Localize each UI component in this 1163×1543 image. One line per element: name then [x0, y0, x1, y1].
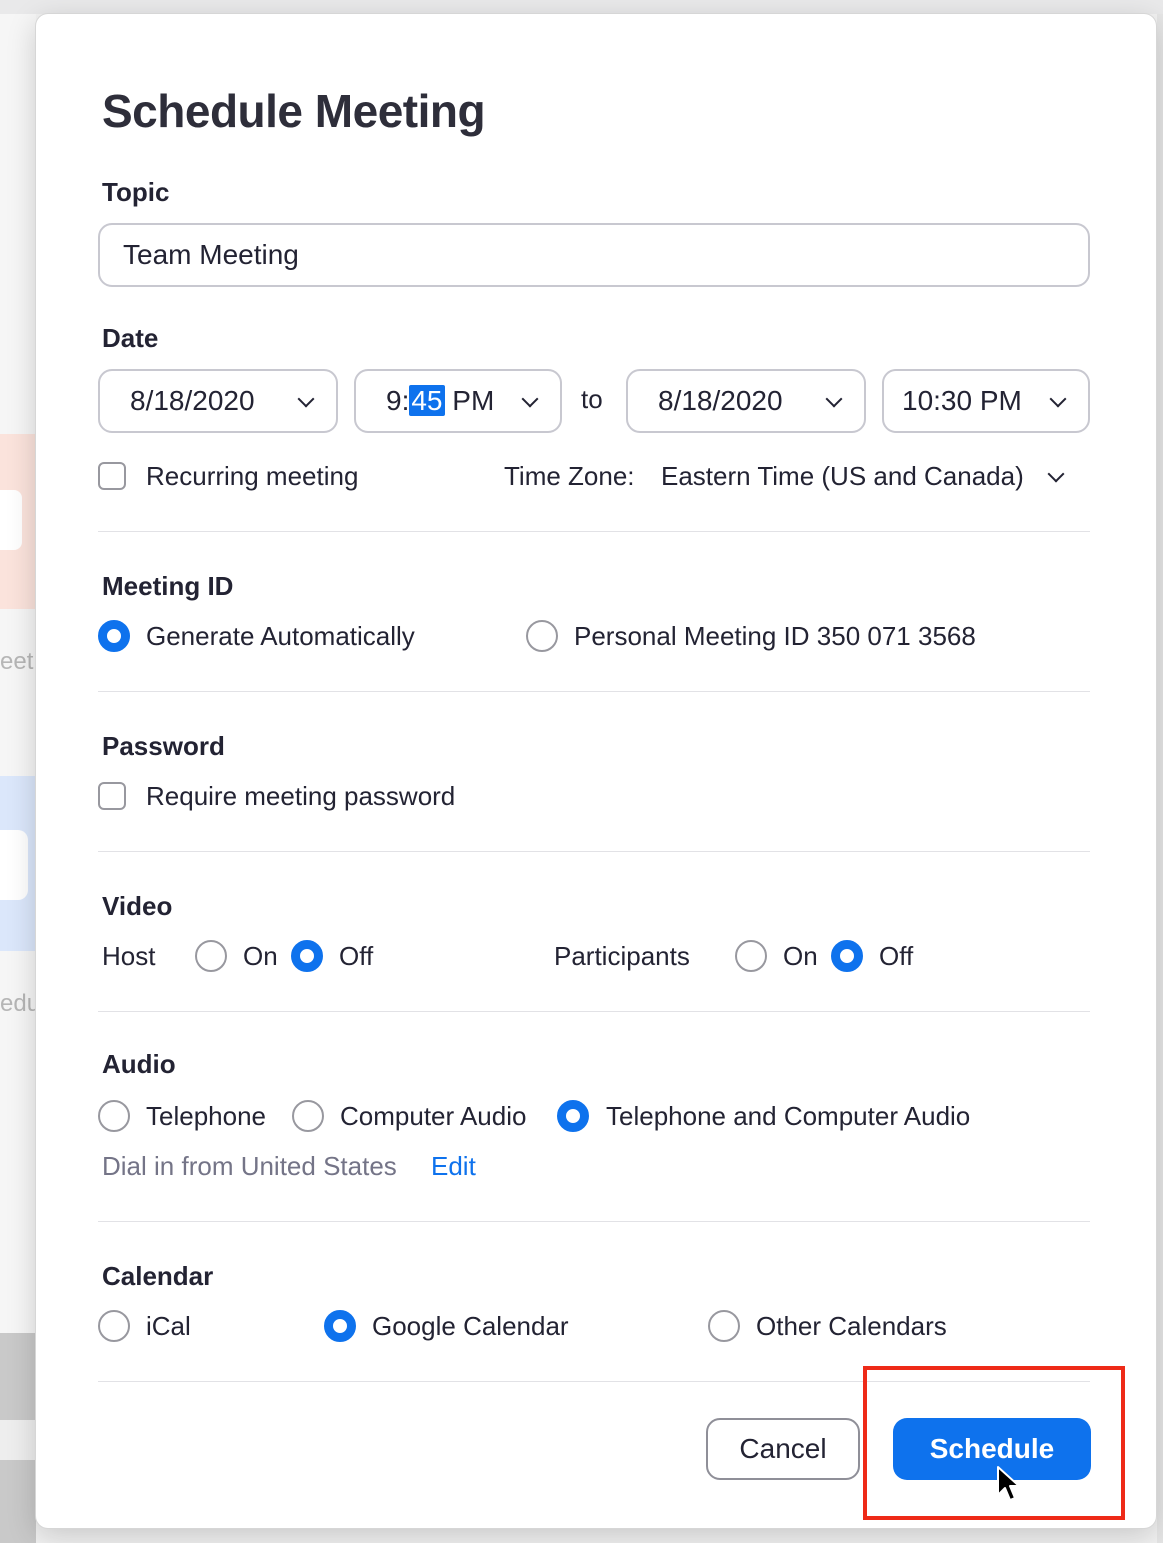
background-label-meet: eet: [0, 648, 34, 675]
timezone-select[interactable]: Eastern Time (US and Canada): [661, 461, 1024, 492]
chevron-down-icon: [297, 390, 315, 408]
calendar-google-label[interactable]: Google Calendar: [372, 1311, 569, 1342]
calendar-google-radio[interactable]: [324, 1310, 356, 1342]
video-participants-off-label[interactable]: Off: [879, 941, 913, 972]
video-host-on-radio[interactable]: [195, 940, 227, 972]
audio-both-label[interactable]: Telephone and Computer Audio: [606, 1101, 970, 1132]
video-host-off-label[interactable]: Off: [339, 941, 373, 972]
video-host-label: Host: [102, 941, 156, 971]
start-date-select[interactable]: 8/18/2020: [98, 369, 338, 433]
calendar-label: Calendar: [102, 1261, 214, 1291]
calendar-other-radio[interactable]: [708, 1310, 740, 1342]
background-label-schedule: edu: [0, 990, 41, 1017]
divider: [98, 1221, 1090, 1222]
start-date-value: 8/18/2020: [130, 385, 255, 416]
meeting-id-personal-label[interactable]: Personal Meeting ID 350 071 3568: [574, 621, 976, 652]
end-time-value: 10:30 PM: [902, 385, 1022, 416]
audio-computer-label[interactable]: Computer Audio: [340, 1101, 526, 1132]
video-participants-label: Participants: [554, 941, 690, 971]
meeting-id-personal-radio[interactable]: [526, 620, 558, 652]
topic-label: Topic: [102, 177, 170, 207]
start-time-hour: 9:: [386, 385, 410, 416]
password-label: Password: [102, 731, 225, 761]
video-label: Video: [102, 891, 173, 921]
dial-in-text: Dial in from United States: [102, 1151, 397, 1181]
background-right-edge: [1157, 14, 1163, 1543]
start-time-select[interactable]: 9:45 PM: [354, 369, 562, 433]
end-date-select[interactable]: 8/18/2020: [626, 369, 866, 433]
chevron-down-icon: [521, 390, 539, 408]
dial-in-edit-link[interactable]: Edit: [431, 1151, 476, 1182]
chevron-down-icon: [1049, 390, 1067, 408]
schedule-meeting-dialog: Schedule Meeting Topic Team Meeting Date…: [36, 14, 1156, 1528]
video-participants-off-radio[interactable]: [831, 940, 863, 972]
video-participants-on-label[interactable]: On: [783, 941, 818, 972]
divider: [98, 851, 1090, 852]
background-calendar-icon: [0, 830, 28, 900]
chevron-down-icon: [825, 390, 843, 408]
audio-computer-radio[interactable]: [292, 1100, 324, 1132]
meeting-id-generate-label[interactable]: Generate Automatically: [146, 621, 415, 652]
recurring-meeting-label[interactable]: Recurring meeting: [146, 461, 358, 492]
meeting-id-generate-radio[interactable]: [98, 620, 130, 652]
audio-label: Audio: [102, 1049, 176, 1079]
divider: [98, 691, 1090, 692]
meeting-id-label: Meeting ID: [102, 571, 234, 601]
background-tile-icon: [0, 490, 22, 550]
divider: [98, 531, 1090, 532]
cancel-button[interactable]: Cancel: [706, 1418, 860, 1480]
require-password-checkbox[interactable]: [98, 782, 126, 810]
audio-telephone-label[interactable]: Telephone: [146, 1101, 266, 1132]
divider: [98, 1011, 1090, 1012]
start-time-minute-selected[interactable]: 45: [409, 385, 445, 416]
date-to-label: to: [581, 384, 603, 414]
chevron-down-icon[interactable]: [1047, 465, 1065, 483]
start-time-ampm: PM: [452, 385, 495, 416]
background-toolbar: [0, 0, 1163, 14]
dialog-title: Schedule Meeting: [102, 85, 486, 137]
calendar-ical-label[interactable]: iCal: [146, 1311, 191, 1342]
recurring-meeting-checkbox[interactable]: [98, 462, 126, 490]
topic-value: Team Meeting: [123, 239, 299, 270]
video-participants-on-radio[interactable]: [735, 940, 767, 972]
date-label: Date: [102, 323, 159, 353]
calendar-other-label[interactable]: Other Calendars: [756, 1311, 947, 1342]
audio-both-radio[interactable]: [557, 1100, 589, 1132]
video-host-off-radio[interactable]: [291, 940, 323, 972]
audio-telephone-radio[interactable]: [98, 1100, 130, 1132]
end-time-select[interactable]: 10:30 PM: [882, 369, 1090, 433]
background-dock-item: [0, 1420, 36, 1460]
calendar-ical-radio[interactable]: [98, 1310, 130, 1342]
mouse-pointer-icon: [997, 1466, 1020, 1501]
video-host-on-label[interactable]: On: [243, 941, 278, 972]
timezone-label: Time Zone:: [504, 461, 635, 491]
require-password-label[interactable]: Require meeting password: [146, 781, 455, 812]
end-date-value: 8/18/2020: [658, 385, 783, 416]
annotation-highlight-box: [863, 1366, 1125, 1520]
topic-input[interactable]: Team Meeting: [98, 223, 1090, 287]
